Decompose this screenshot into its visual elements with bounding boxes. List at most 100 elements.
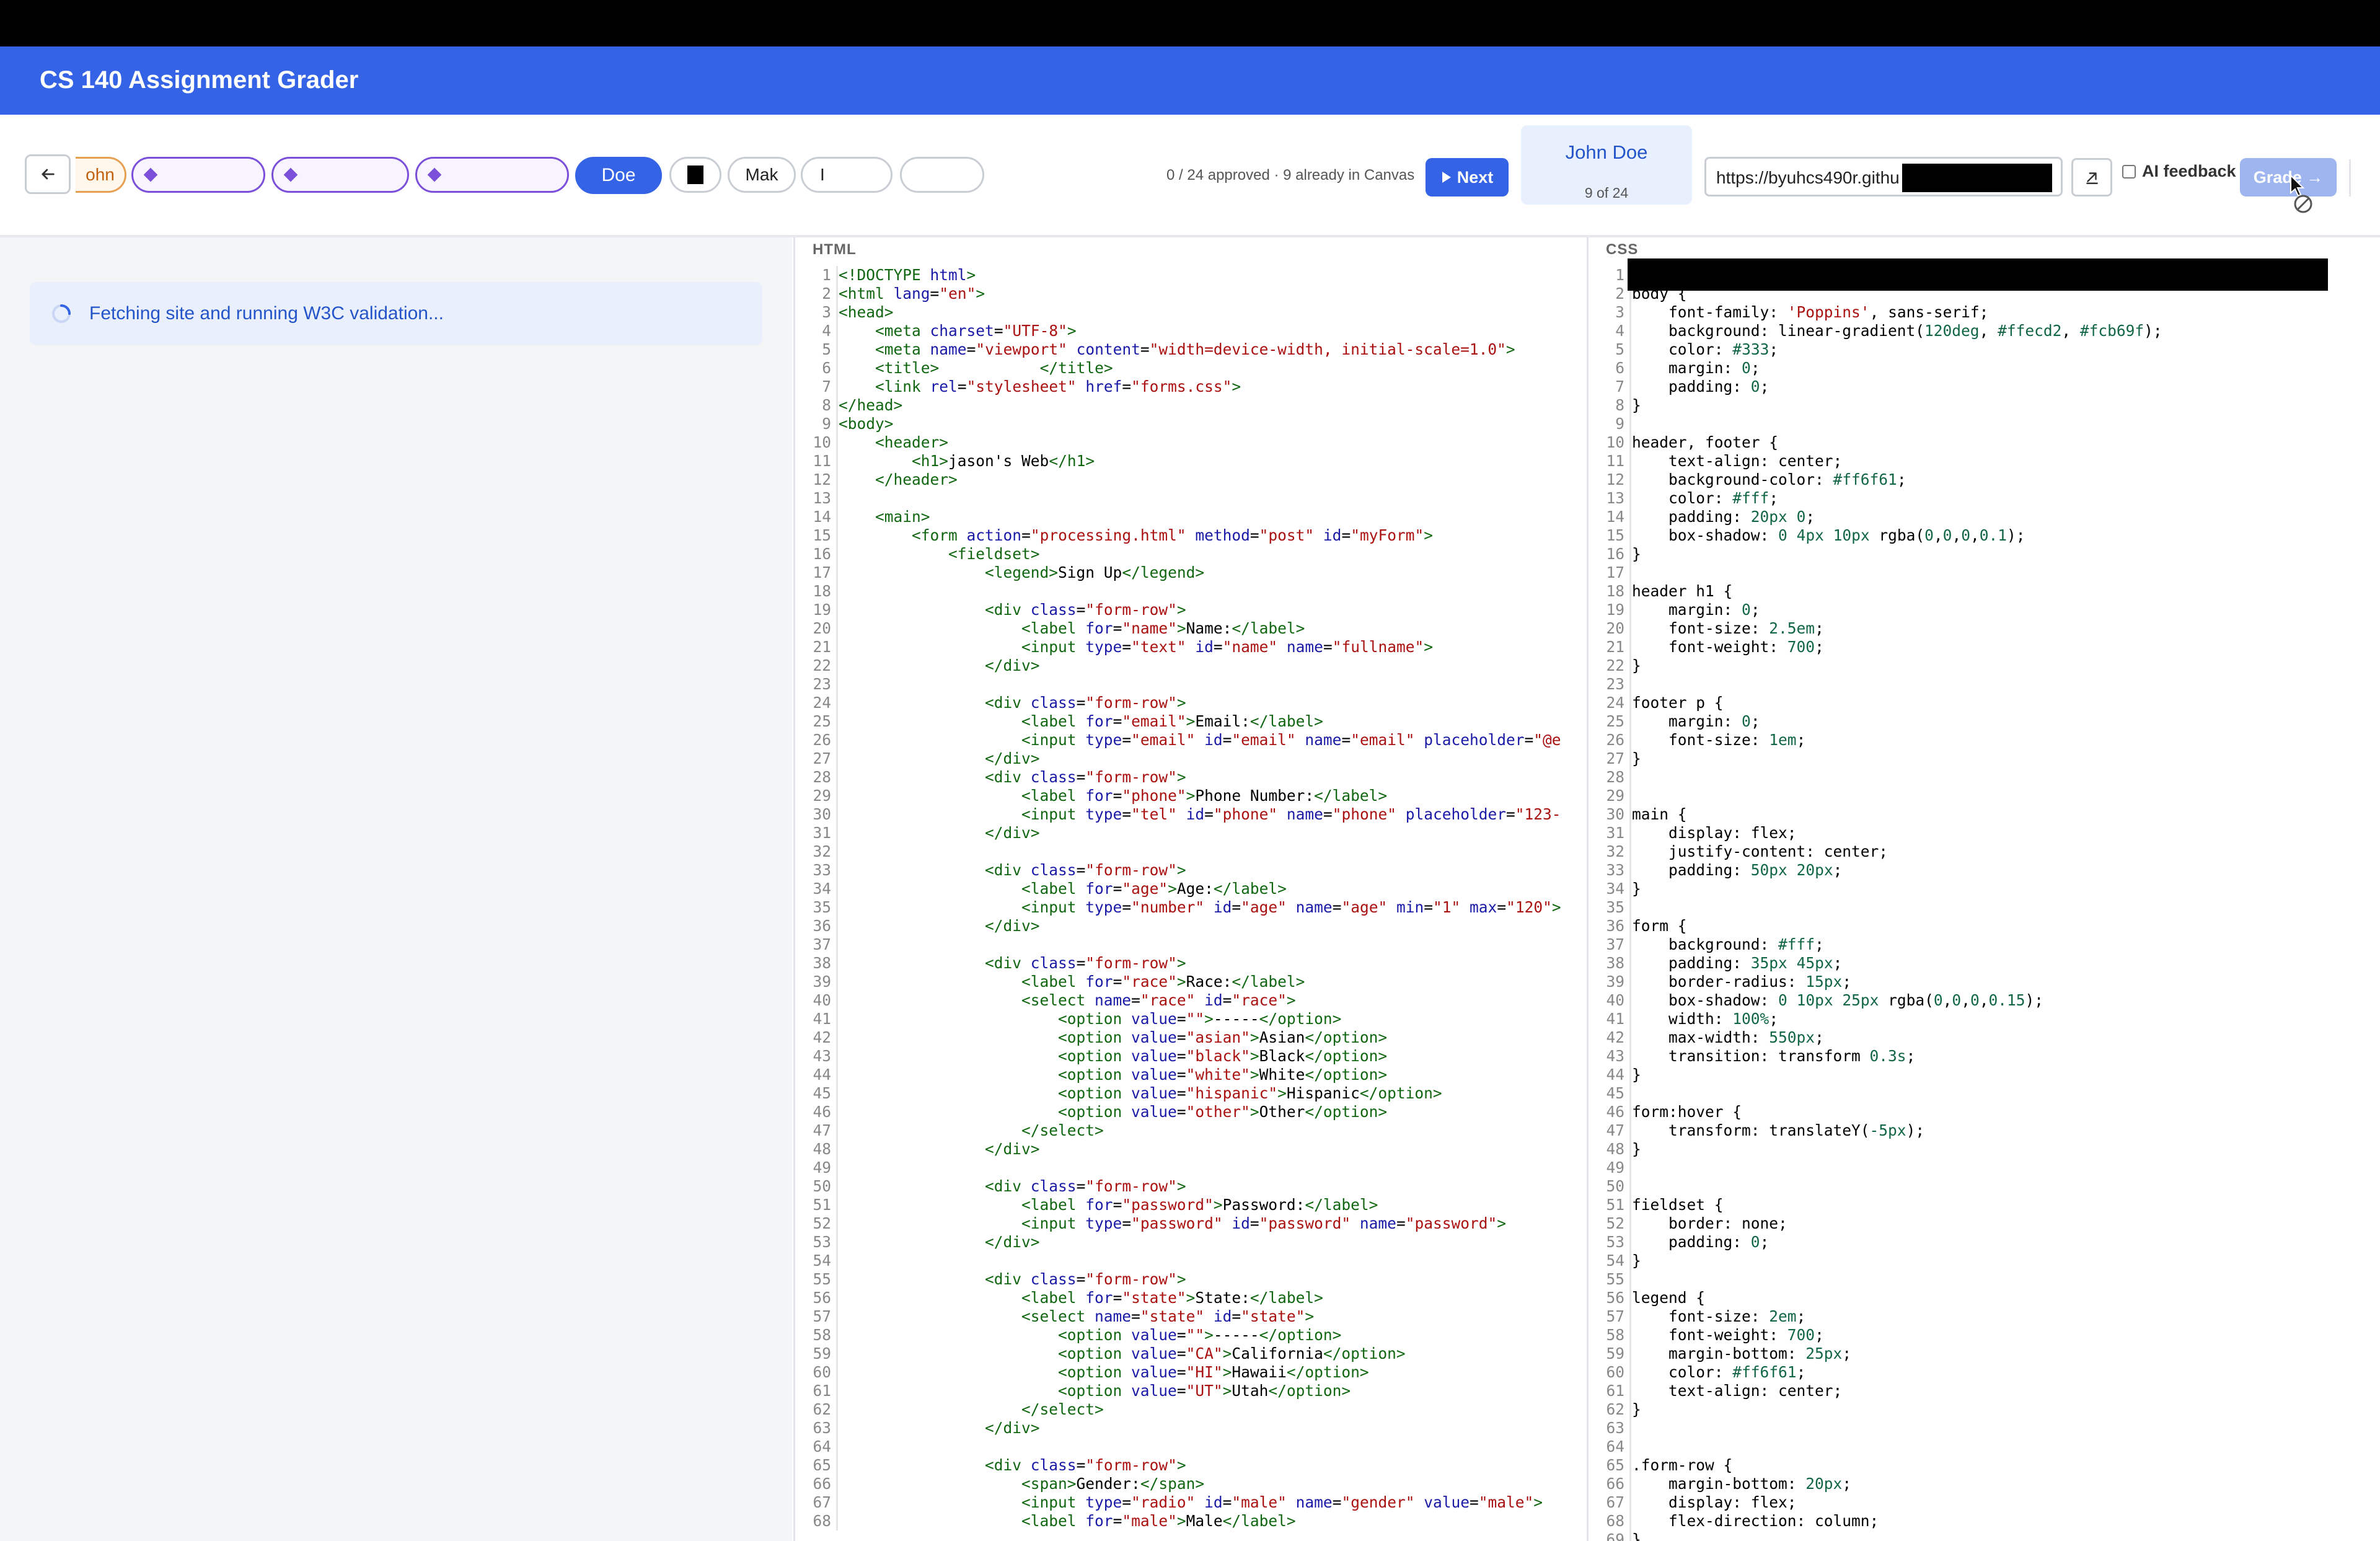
code-line: <option value="">-----</option> <box>1058 1010 1342 1028</box>
current-student-card: John Doe 9 of 24 <box>1521 125 1692 205</box>
line-number: 7 <box>822 378 831 395</box>
line-number: 3 <box>1615 303 1624 321</box>
code-line: display: flex; <box>1668 824 1797 842</box>
line-number: 2 <box>822 285 831 302</box>
code-line: } <box>1632 545 1641 563</box>
code-line: <option value="black">Black</option> <box>1058 1047 1388 1065</box>
code-line: font-weight: 700; <box>1668 1326 1824 1344</box>
code-line: legend { <box>1632 1289 1706 1307</box>
code-line: } <box>1632 1140 1641 1158</box>
code-line: font-size: 2.5em; <box>1668 619 1824 637</box>
line-number: 67 <box>1606 1493 1624 1511</box>
html-code-panel[interactable]: HTML 1 2 3 4 5 6 7 8 9 10 11 12 13 14 15 16 17 18 19 20 21 22… <box>793 237 1589 1541</box>
student-pill[interactable] <box>669 157 721 193</box>
code-line: <meta name="viewport" content="width=dev… <box>875 340 1515 358</box>
code-line: </div> <box>985 1233 1040 1251</box>
code-line: fieldset { <box>1632 1196 1724 1214</box>
student-pill-active[interactable]: Doe <box>575 157 662 194</box>
line-number: 11 <box>813 452 831 470</box>
line-number: 42 <box>813 1028 831 1046</box>
line-number: 45 <box>813 1084 831 1102</box>
css-panel-header: CSS <box>1606 241 1639 258</box>
code-line: font-weight: 700; <box>1668 638 1824 656</box>
code-line: margin-bottom: 20px; <box>1668 1475 1852 1493</box>
code-line: padding: 0; <box>1668 1233 1770 1251</box>
code-line: <div class="form-row"> <box>985 601 1186 619</box>
code-line: width: 100%; <box>1668 1010 1779 1028</box>
line-number: 32 <box>813 842 831 860</box>
code-line: <option value="UT">Utah</option> <box>1058 1382 1351 1400</box>
open-site-button[interactable] <box>2071 158 2112 196</box>
code-line: form:hover { <box>1632 1103 1742 1121</box>
line-number: 33 <box>1606 861 1624 879</box>
code-line: </div> <box>985 824 1040 842</box>
line-number: 13 <box>813 489 831 507</box>
student-pill[interactable]: ohn <box>76 157 126 193</box>
code-line: <main> <box>875 508 930 526</box>
line-number: 41 <box>1606 1010 1624 1028</box>
code-line: <input type="number" id="age" name="age"… <box>1021 898 1561 916</box>
site-url-value: https://byuhcs490r.githu <box>1716 168 1900 187</box>
next-button[interactable]: Next <box>1426 158 1509 196</box>
student-pill[interactable] <box>271 157 409 193</box>
code-line: <label for="name">Name:</label> <box>1021 619 1305 637</box>
student-pill[interactable]: Mak <box>728 157 796 193</box>
redacted-block <box>1628 258 2328 291</box>
back-button[interactable] <box>25 154 71 194</box>
line-number: 27 <box>813 749 831 767</box>
code-line: </header> <box>875 470 958 488</box>
code-line: font-family: 'Poppins', sans-serif; <box>1668 303 1989 321</box>
code-line: color: #fff; <box>1668 489 1779 507</box>
line-number: 59 <box>1606 1345 1624 1362</box>
student-pill[interactable] <box>415 157 569 193</box>
code-line: <span>Gender:</span> <box>1021 1475 1205 1493</box>
line-number: 69 <box>1606 1530 1624 1541</box>
code-line: <html lang="en"> <box>839 285 985 302</box>
code-line: </div> <box>985 749 1040 767</box>
line-number: 16 <box>813 545 831 563</box>
line-number: 30 <box>1606 805 1624 823</box>
code-line: padding: 0; <box>1668 378 1770 395</box>
line-number: 42 <box>1606 1028 1624 1046</box>
code-line: <option value="asian">Asian</option> <box>1058 1028 1388 1046</box>
site-url-input[interactable]: https://byuhcs490r.githu <box>1704 157 2063 196</box>
code-line: color: #333; <box>1668 340 1779 358</box>
line-number: 57 <box>1606 1307 1624 1325</box>
line-number: 2 <box>1615 285 1624 302</box>
student-pill[interactable] <box>131 157 265 193</box>
line-number: 3 <box>822 303 831 321</box>
code-line: <label for="password">Password:</label> <box>1021 1196 1378 1214</box>
line-number: 21 <box>1606 638 1624 656</box>
line-number: 58 <box>813 1326 831 1344</box>
line-number: 22 <box>1606 656 1624 674</box>
code-line: box-shadow: 0 4px 10px rgba(0,0,0,0.1); <box>1668 526 2025 544</box>
code-line: <form action="processing.html" method="p… <box>912 526 1433 544</box>
toolbar-divider <box>2349 159 2351 196</box>
line-number: 10 <box>813 433 831 451</box>
line-number: 65 <box>813 1456 831 1474</box>
code-line: <input type="text" id="name" name="fulln… <box>1021 638 1433 656</box>
student-pill-label: Mak <box>745 165 778 184</box>
line-number: 68 <box>1606 1512 1624 1530</box>
line-number: 36 <box>813 917 831 935</box>
line-number: 48 <box>813 1140 831 1158</box>
ai-feedback-toggle[interactable]: AI feedback <box>2122 162 2236 181</box>
line-number: 64 <box>1606 1437 1624 1455</box>
code-line: <!DOCTYPE html> <box>839 266 976 284</box>
css-code-panel[interactable]: CSS 1 2 3 4 5 6 7 8 9 10 11 12 13 14 15 16 17 18 19 20 21 22 2… <box>1587 237 2380 1541</box>
student-pill[interactable] <box>900 157 984 193</box>
line-number: 51 <box>813 1196 831 1214</box>
code-line: <input type="radio" id="male" name="gend… <box>1021 1493 1543 1511</box>
line-number: 47 <box>1606 1121 1624 1139</box>
line-number: 41 <box>813 1010 831 1028</box>
student-pill[interactable]: I <box>801 157 892 193</box>
line-number: 43 <box>1606 1047 1624 1065</box>
line-number: 13 <box>1606 489 1624 507</box>
ai-feedback-checkbox[interactable] <box>2122 164 2136 179</box>
code-line: <legend>Sign Up</legend> <box>985 563 1205 581</box>
